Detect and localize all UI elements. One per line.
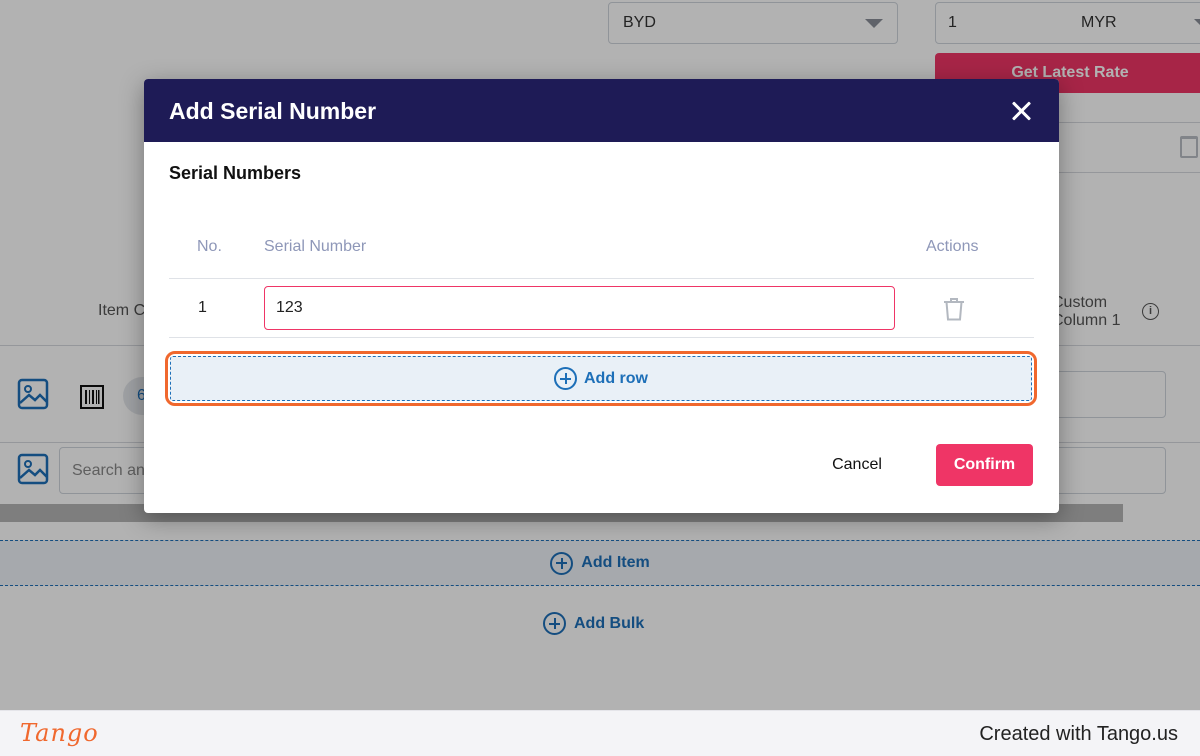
- confirm-button[interactable]: Confirm: [936, 444, 1033, 486]
- add-circle-icon: [554, 367, 577, 390]
- add-row-button[interactable]: Add row: [170, 356, 1032, 401]
- tango-footer: Tango Created with Tango.us: [0, 710, 1200, 756]
- column-header-actions: Actions: [926, 238, 979, 255]
- tango-logo: Tango: [20, 719, 99, 747]
- row-number: 1: [198, 299, 207, 316]
- trash-icon[interactable]: [943, 297, 965, 321]
- divider: [169, 278, 1034, 279]
- column-header-serial-number: Serial Number: [264, 238, 367, 255]
- dialog-header: Add Serial Number: [144, 79, 1059, 142]
- close-icon[interactable]: [1011, 101, 1031, 121]
- serial-number-input[interactable]: [264, 286, 895, 330]
- dialog-title: Add Serial Number: [169, 98, 377, 124]
- section-title: Serial Numbers: [169, 163, 302, 183]
- add-serial-number-dialog: Add Serial Number Serial Numbers No. Ser…: [144, 79, 1059, 513]
- cancel-button[interactable]: Cancel: [824, 444, 890, 486]
- add-row-label: Add row: [584, 369, 648, 387]
- divider: [169, 337, 1034, 338]
- footer-credit: Created with Tango.us: [979, 723, 1178, 745]
- column-header-no: No.: [197, 238, 222, 255]
